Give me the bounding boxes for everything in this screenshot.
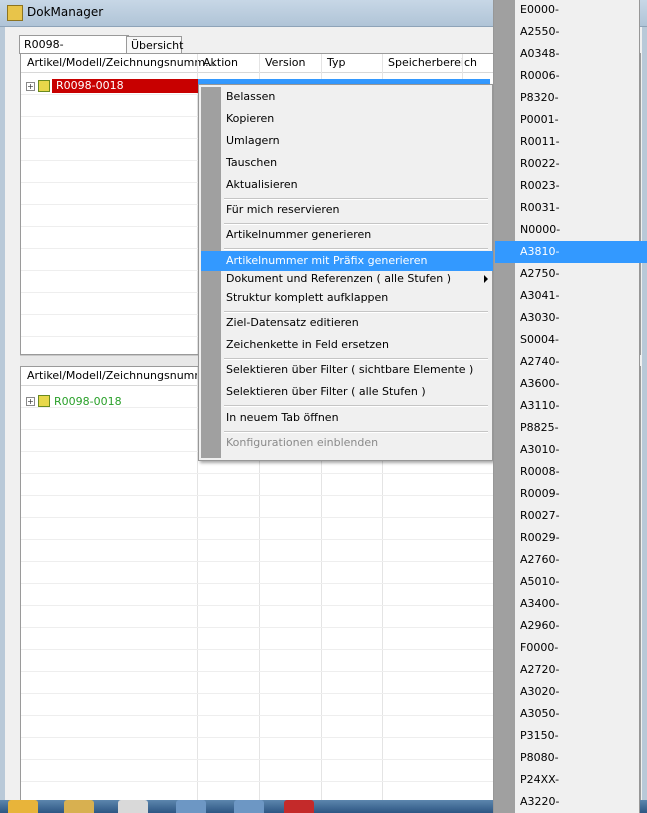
submenu-arrow-icon: [484, 275, 488, 283]
menu-item-label: Artikelnummer mit Präfix generieren: [226, 254, 428, 267]
submenu-item-prefix[interactable]: A2720-: [516, 659, 638, 681]
menu-separator: [224, 405, 488, 407]
submenu-item-prefix[interactable]: P0001-: [516, 109, 638, 131]
menu-item-tauschen[interactable]: Tauschen: [221, 153, 494, 173]
row-name[interactable]: R0098-0018: [54, 395, 122, 408]
submenu-item-prefix[interactable]: R0008-: [516, 461, 638, 483]
submenu-item-prefix[interactable]: E0000-: [516, 0, 638, 21]
tab-assembly[interactable]: R0098-0018.SLDASM: [19, 35, 129, 68]
menu-item-struktur-aufklappen[interactable]: Struktur komplett aufklappen: [221, 288, 494, 308]
submenu-item-prefix[interactable]: A3020-: [516, 681, 638, 703]
submenu-item-prefix[interactable]: A3030-: [516, 307, 638, 329]
menu-item-filter-alle[interactable]: Selektieren über Filter ( alle Stufen ): [221, 382, 494, 402]
column-header-speicherbereich[interactable]: Speicherbereich: [388, 56, 477, 69]
submenu-item-prefix[interactable]: A2760-: [516, 549, 638, 571]
submenu-item-prefix[interactable]: A3810-: [495, 241, 647, 263]
taskbar-app-icon[interactable]: [284, 800, 314, 813]
column-header-aktion[interactable]: Aktion: [203, 56, 238, 69]
menu-item-reservieren[interactable]: Für mich reservieren: [221, 200, 494, 220]
submenu-item-prefix[interactable]: A2960-: [516, 615, 638, 637]
submenu-item-prefix[interactable]: A3110-: [516, 395, 638, 417]
submenu-item-prefix[interactable]: R0027-: [516, 505, 638, 527]
submenu-item-prefix[interactable]: P24XX-: [516, 769, 638, 791]
taskbar-app-icon[interactable]: [8, 800, 38, 813]
menu-item-artikelnummer-praefix[interactable]: Artikelnummer mit Präfix generieren: [201, 251, 514, 271]
row-name: R0098-0018: [56, 79, 124, 92]
submenu-item-prefix[interactable]: R0009-: [516, 483, 638, 505]
menu-icon-gutter: [201, 87, 221, 458]
menu-item-belassen[interactable]: Belassen: [221, 87, 494, 107]
submenu-item-prefix[interactable]: R0011-: [516, 131, 638, 153]
submenu-item-prefix[interactable]: F0000-: [516, 637, 638, 659]
submenu-item-prefix[interactable]: N0000-: [516, 219, 638, 241]
submenu-item-prefix[interactable]: A5010-: [516, 571, 638, 593]
submenu-item-prefix[interactable]: A3600-: [516, 373, 638, 395]
submenu-item-prefix[interactable]: A2750-: [516, 263, 638, 285]
submenu-item-prefix[interactable]: A3010-: [516, 439, 638, 461]
window-title: DokManager: [27, 5, 104, 19]
submenu-item-prefix[interactable]: P8080-: [516, 747, 638, 769]
submenu-item-prefix[interactable]: A3220-: [516, 791, 638, 813]
menu-item-dokument-referenzen[interactable]: Dokument und Referenzen ( alle Stufen ): [221, 269, 494, 289]
menu-item-label: Dokument und Referenzen ( alle Stufen ): [226, 272, 452, 285]
prefix-submenu: E0000- A2550- A0348- R0006- P8320- P0001- R001…: [493, 0, 647, 813]
submenu-item-prefix[interactable]: P8320-: [516, 87, 638, 109]
menu-separator: [224, 248, 488, 250]
submenu-item-prefix[interactable]: R0022-: [516, 153, 638, 175]
menu-item-ziel-datensatz[interactable]: Ziel-Datensatz editieren: [221, 313, 494, 333]
taskbar-folder-icon[interactable]: [64, 800, 94, 813]
menu-item-kopieren[interactable]: Kopieren: [221, 109, 494, 129]
column-header-artikel[interactable]: Artikel/Modell/Zeichnungsnumm...: [27, 369, 216, 382]
submenu-item-prefix[interactable]: A3041-: [516, 285, 638, 307]
menu-icon-gutter: [494, 0, 515, 813]
taskbar-app-icon[interactable]: [118, 800, 148, 813]
menu-item-zeichenkette-ersetzen[interactable]: Zeichenkette in Feld ersetzen: [221, 335, 494, 355]
app-icon: [7, 5, 23, 21]
expand-icon[interactable]: +: [26, 397, 35, 406]
menu-item-artikelnummer-generieren[interactable]: Artikelnummer generieren: [221, 225, 494, 245]
submenu-item-prefix[interactable]: R0029-: [516, 527, 638, 549]
taskbar-window-icon[interactable]: [234, 800, 264, 813]
submenu-item-prefix[interactable]: A3050-: [516, 703, 638, 725]
tab-overview[interactable]: Übersicht: [126, 36, 183, 54]
submenu-item-prefix[interactable]: R0006-: [516, 65, 638, 87]
menu-item-neuer-tab[interactable]: In neuem Tab öffnen: [221, 408, 494, 428]
menu-item-umlagern[interactable]: Umlagern: [221, 131, 494, 151]
menu-item-aktualisieren[interactable]: Aktualisieren: [221, 175, 494, 195]
submenu-item-prefix[interactable]: A3400-: [516, 593, 638, 615]
assembly-icon: [38, 395, 50, 407]
column-header-version[interactable]: Version: [265, 56, 305, 69]
context-menu: Belassen Kopieren Umlagern Tauschen Aktu…: [198, 84, 514, 461]
submenu-item-prefix[interactable]: P3150-: [516, 725, 638, 747]
expand-icon[interactable]: +: [26, 82, 35, 91]
menu-item-filter-sichtbar[interactable]: Selektieren über Filter ( sichtbare Elem…: [221, 360, 494, 380]
column-header-artikel[interactable]: Artikel/Modell/Zeichnungsnumm...: [27, 56, 216, 69]
submenu-item-prefix[interactable]: A2740-: [516, 351, 638, 373]
submenu-item-prefix[interactable]: R0023-: [516, 175, 638, 197]
column-header-typ[interactable]: Typ: [327, 56, 346, 69]
submenu-item-prefix[interactable]: P8825-: [516, 417, 638, 439]
menu-item-konfigurationen: Konfigurationen einblenden: [226, 436, 379, 449]
assembly-icon: [38, 80, 50, 92]
submenu-item-prefix[interactable]: S0004-: [516, 329, 638, 351]
table-row-selected[interactable]: R0098-0018: [52, 79, 198, 93]
taskbar-window-icon[interactable]: [176, 800, 206, 813]
submenu-item-prefix[interactable]: R0031-: [516, 197, 638, 219]
submenu-item-prefix[interactable]: A0348-: [516, 43, 638, 65]
submenu-item-prefix[interactable]: A2550-: [516, 21, 638, 43]
